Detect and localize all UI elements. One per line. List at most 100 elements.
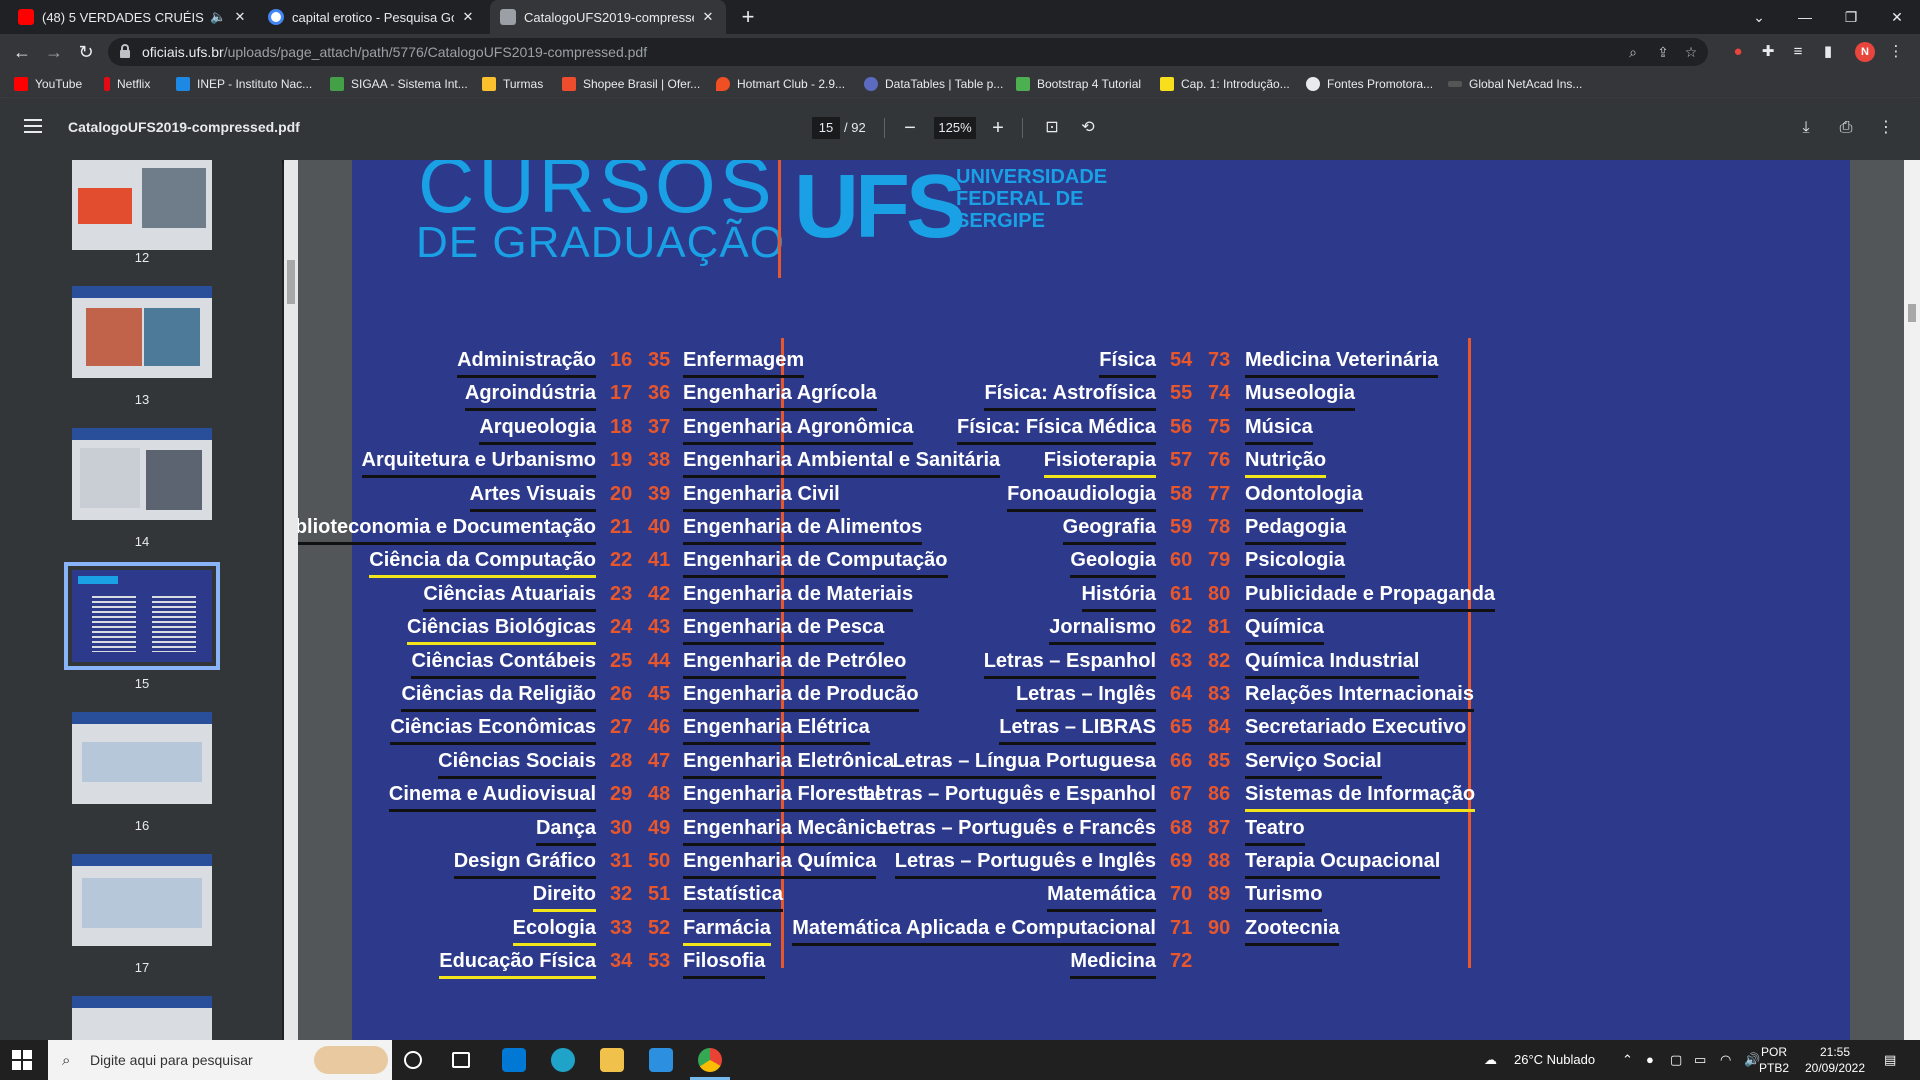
course-item[interactable]: Engenharia de Alimentos [683,515,923,545]
wifi-icon[interactable]: ◠ [1720,1052,1731,1068]
course-item[interactable]: Pedagogia [1245,515,1347,545]
course-item[interactable]: Engenharia Eletrônica [683,749,895,779]
bookmark-shopee[interactable]: Shopee Brasil | Ofer... [562,75,700,93]
course-item[interactable]: Engenharia Elétrica [683,715,870,746]
course-item[interactable]: Fisioterapia [1043,448,1156,479]
course-item[interactable]: Ciências da Religião [401,682,596,712]
course-item[interactable]: Matemática [1047,882,1156,913]
extension-icon[interactable]: ● [1728,42,1748,62]
new-tab-button[interactable]: + [736,6,760,30]
bookmark-netflix[interactable]: Netflix [104,75,150,93]
thumbnail-page-18[interactable] [72,996,212,1040]
bookmark-cap1[interactable]: Cap. 1: Introdução... [1160,75,1290,93]
zoom-in-button[interactable]: + [986,116,1010,140]
course-item[interactable]: Química [1245,615,1324,646]
course-item[interactable]: Arqueologia [479,415,596,445]
course-item[interactable]: Letras – Espanhol [983,649,1156,679]
zoom-icon[interactable]: ⌕ [1624,43,1642,61]
download-icon[interactable]: ⤓ [1794,116,1818,140]
cortana-icon[interactable] [404,1051,422,1069]
menu-icon[interactable]: ⋮ [1886,42,1906,62]
course-item[interactable]: Publicidade e Propaganda [1245,582,1496,612]
course-item[interactable]: Turismo [1245,882,1323,913]
course-item[interactable]: Dança [535,816,596,846]
close-icon[interactable]: ✕ [700,9,716,25]
course-item[interactable]: Design Gráfico [453,849,596,879]
bookmark-datatables[interactable]: DataTables | Table p... [864,75,1003,93]
course-item[interactable]: Museologia [1245,381,1356,412]
course-item[interactable]: Ciências Biológicas [407,615,596,646]
course-item[interactable]: Odontologia [1245,482,1363,512]
course-item[interactable]: Secretariado Executivo [1245,715,1467,746]
taskbar-search[interactable]: ⌕ Digite aqui para pesquisar [48,1040,392,1080]
course-item[interactable]: Psicologia [1245,548,1346,579]
thumbnail-page-16[interactable] [72,712,212,804]
course-item[interactable]: Direito [532,882,596,913]
course-item[interactable]: Biblioteconomia e Documentação [298,515,596,545]
bookmark-fontes[interactable]: Fontes Promotora... [1306,75,1433,93]
page-number-input[interactable]: 15 [812,117,840,139]
thumbnail-page-15[interactable] [64,562,220,670]
course-item[interactable]: Geografia [1062,515,1156,545]
minimize-button[interactable]: — [1782,0,1828,34]
task-view-icon[interactable] [452,1052,470,1068]
close-icon[interactable]: ✕ [460,9,476,25]
weather-text[interactable]: 26°C Nublado [1514,1052,1595,1067]
course-item[interactable]: Física [1099,348,1156,378]
course-item[interactable]: Arquitetura e Urbanismo [361,448,596,479]
course-item[interactable]: Engenharia Florestal [683,782,881,813]
course-item[interactable]: Ciências Sociais [438,749,596,779]
language-indicator[interactable]: POR PTB2 [1752,1044,1796,1076]
zoom-input[interactable]: 125% [934,117,976,139]
course-item[interactable]: Cinema e Audiovisual [388,782,596,813]
course-item[interactable]: Sistemas de Informação [1245,782,1476,813]
address-bar[interactable]: oficiais.ufs.br/uploads/page_attach/path… [108,38,1708,66]
tray-app-icon[interactable]: ● [1646,1052,1654,1067]
bookmark-netacad[interactable]: Global NetAcad Ins... [1448,75,1582,93]
forward-button[interactable]: → [42,40,66,64]
thumbnail-page-13[interactable] [72,286,212,378]
share-icon[interactable]: ⇪ [1654,43,1672,61]
print-icon[interactable]: ⎙ [1834,116,1858,140]
course-item[interactable]: Engenharia de Computação [683,548,948,579]
course-item[interactable]: Medicina [1070,949,1156,980]
course-item[interactable]: Geologia [1070,548,1156,579]
course-item[interactable]: Química Industrial [1245,649,1420,679]
sidebar-scrollbar[interactable] [284,160,298,1040]
course-item[interactable]: Terapia Ocupacional [1245,849,1441,879]
thumbnail-page-12[interactable] [72,160,212,250]
rotate-icon[interactable]: ⟲ [1076,116,1100,140]
chrome-icon[interactable] [698,1048,722,1072]
course-item[interactable]: Ciência da Computação [369,548,596,579]
chevron-up-icon[interactable]: ⌃ [1622,1052,1633,1068]
close-window-button[interactable]: ✕ [1874,0,1920,34]
course-item[interactable]: Estatística [683,882,784,913]
course-item[interactable]: Enfermagem [683,348,805,378]
store-icon[interactable] [502,1048,526,1072]
thumbnail-page-14[interactable] [72,428,212,520]
menu-icon[interactable] [24,119,42,133]
course-item[interactable]: Engenharia Civil [683,482,840,512]
course-item[interactable]: Serviço Social [1245,749,1382,779]
course-item[interactable]: Ciências Contábeis [411,649,596,679]
course-item[interactable]: História [1081,582,1156,612]
bookmark-turmas[interactable]: Turmas [482,75,543,93]
course-item[interactable]: Engenharia de Producão [683,682,919,712]
tab-google-search[interactable]: capital erotico - Pesquisa Google ✕ [258,0,486,34]
course-item[interactable]: Ecologia [512,916,596,946]
course-item[interactable]: Engenharia de Materiais [683,582,914,612]
clock[interactable]: 21:55 20/09/2022 [1800,1044,1870,1076]
back-button[interactable]: ← [10,40,34,64]
course-item[interactable]: Letras – Português e Inglês [894,849,1156,879]
course-item[interactable]: Teatro [1245,816,1305,846]
course-item[interactable]: Artes Visuais [469,482,596,512]
file-explorer-icon[interactable] [600,1048,624,1072]
course-item[interactable]: Educação Física [439,949,596,980]
course-item[interactable]: Física: Astrofísica [984,381,1156,412]
reading-list-icon[interactable]: ≡ [1788,42,1808,62]
thumbnail-page-17[interactable] [72,854,212,946]
tab-youtube[interactable]: (48) 5 VERDADES CRUÉIS QU 🔈 ✕ [8,0,258,34]
notifications-icon[interactable]: ▤ [1884,1052,1896,1068]
edge-icon[interactable] [551,1048,575,1072]
course-item[interactable]: Letras – LIBRAS [999,715,1156,746]
